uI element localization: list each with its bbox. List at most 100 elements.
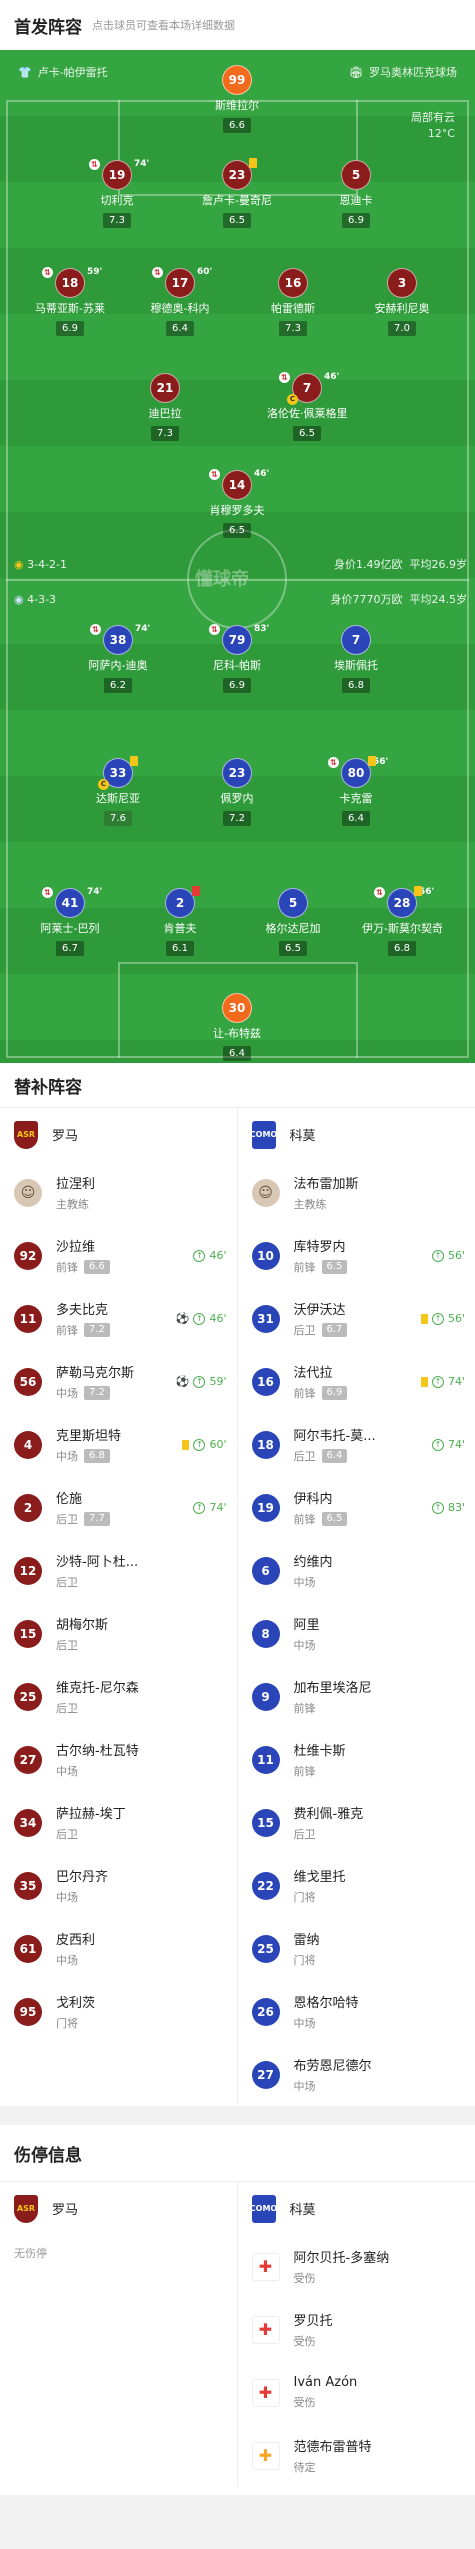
player-marker[interactable]: 5 格尔达尼加 6.5 — [253, 888, 333, 956]
player-marker[interactable]: 79 ⇅ 83' 尼科-帕斯 6.9 — [197, 624, 277, 693]
player-number: 19 — [251, 1493, 280, 1522]
roma-crest-icon: ASR — [14, 1120, 38, 1149]
sub-player-row[interactable]: 56 萨勒马克尔斯 中场 7.2 ⚽ ↑ 59' — [0, 1350, 237, 1413]
player-name: 穆德奥-科内 — [150, 302, 210, 315]
sub-player-row[interactable]: 15 胡梅尔斯 后卫 — [0, 1602, 237, 1665]
player-marker[interactable]: 16 帕雷德斯 7.3 — [253, 268, 333, 336]
player-rating: 6.1 — [166, 941, 194, 956]
player-rating: 6.2 — [104, 678, 132, 693]
injury-row[interactable]: ✚ Iván Azón 受伤 — [238, 2361, 475, 2424]
sub-player-row[interactable]: 9 加布里埃洛尼 前锋 — [238, 1665, 475, 1728]
player-number: 8 — [251, 1619, 280, 1648]
player-name: 肯普夫 — [163, 922, 197, 935]
substitution-icon: ⇅ 46' — [209, 469, 269, 480]
home-team-row[interactable]: ASR 罗马 — [0, 2182, 237, 2235]
sub-player-row[interactable]: 27 布劳恩尼德尔 中场 — [238, 2043, 475, 2106]
player-marker[interactable]: 99 斯维拉尔 6.6 — [197, 65, 277, 133]
player-number: 15 — [251, 1808, 280, 1837]
away-team-row[interactable]: COMO 科莫 — [238, 2182, 475, 2235]
sub-player-row[interactable]: 35 巴尔丹齐 中场 — [0, 1854, 237, 1917]
player-number: 95 — [14, 1997, 42, 2026]
player-marker[interactable]: 80 ⇅ 56' 卡克雷 6.4 — [316, 756, 396, 826]
away-team-row[interactable]: COMO 科莫 — [238, 1108, 475, 1161]
player-marker[interactable]: 33 C 达斯尼亚 7.6 — [78, 756, 158, 826]
player-marker[interactable]: 28 ⇅ 56' 伊万-斯莫尔契奇 6.8 — [362, 886, 442, 956]
player-marker[interactable]: 3 安赫利尼奥 7.0 — [362, 268, 442, 336]
player-name: 格尔达尼加 — [265, 922, 321, 935]
sub-player-row[interactable]: 10 库特罗内 前锋 6.5 ↑ 56' — [238, 1224, 475, 1287]
injury-status: 受伤 — [293, 2335, 316, 2348]
away-coach-row[interactable]: ☺ 法布雷加斯 主教练 — [238, 1161, 475, 1224]
sub-player-row[interactable]: 6 约维内 中场 — [238, 1539, 475, 1602]
player-marker[interactable]: 30 让-布特兹 6.4 — [197, 993, 277, 1061]
player-rating: 6.7 — [321, 1323, 348, 1337]
player-rating: 6.7 — [56, 941, 84, 956]
player-marker[interactable]: 18 ⇅ 59' 马蒂亚斯-苏莱 6.9 — [30, 267, 110, 336]
sub-player-row[interactable]: 95 戈利茨 门将 — [0, 1980, 237, 2043]
player-marker[interactable]: 2 肯普夫 6.1 — [140, 886, 220, 956]
home-coach-row[interactable]: ☺ 拉涅利 主教练 — [0, 1161, 237, 1224]
player-name: 伊科内 — [293, 1492, 333, 1507]
sub-player-row[interactable]: 12 沙特-阿卜杜... 后卫 — [0, 1539, 237, 1602]
player-marker[interactable]: 19 ⇅ 74' 切利克 7.3 — [77, 159, 157, 228]
sub-player-row[interactable]: 4 克里斯坦特 中场 6.8 ↑ 60' — [0, 1413, 237, 1476]
injury-row[interactable]: ✚ 阿尔贝托-多塞纳 受伤 — [238, 2235, 475, 2298]
player-marker[interactable]: 5 恩迪卡 6.9 — [316, 160, 396, 228]
sub-player-row[interactable]: 26 恩格尔哈特 中场 — [238, 1980, 475, 2043]
home-team-row[interactable]: ASR 罗马 — [0, 1108, 237, 1161]
stadium-label: 🏟 罗马奥林匹克球场 — [349, 65, 457, 80]
sub-player-row[interactable]: 22 维戈里托 门将 — [238, 1854, 475, 1917]
player-marker[interactable]: 7 埃斯佩托 6.8 — [316, 625, 396, 693]
medical-cross-icon: ✚ — [251, 2378, 280, 2407]
player-rating: 6.5 — [223, 213, 251, 228]
player-rating: 6.8 — [84, 1449, 110, 1463]
sub-player-row[interactable]: 31 沃伊沃达 后卫 6.7 ↑ 56' — [238, 1287, 475, 1350]
goal-icon: ⚽ — [175, 1312, 190, 1325]
player-marker[interactable]: 38 ⇅ 74' 阿萨内-迪奥 6.2 — [78, 624, 158, 693]
sub-player-row[interactable]: 11 多夫比克 前锋 7.2 ⚽ ↑ 46' — [0, 1287, 237, 1350]
sub-player-row[interactable]: 25 雷纳 门将 — [238, 1917, 475, 1980]
player-number: 41 ⇅ 74' — [42, 887, 102, 918]
player-rating: 6.9 — [223, 678, 251, 693]
player-rating: 6.5 — [293, 426, 321, 441]
player-name: 马蒂亚斯-苏莱 — [35, 302, 105, 315]
player-name: 尼科-帕斯 — [213, 659, 261, 672]
player-marker[interactable]: 41 ⇅ 74' 阿莱士-巴列 6.7 — [30, 887, 110, 956]
player-number: 92 — [14, 1241, 42, 1270]
player-name: 雷纳 — [293, 1933, 320, 1948]
injury-row[interactable]: ✚ 罗贝托 受伤 — [238, 2298, 475, 2361]
red-card-icon — [192, 886, 200, 896]
player-name: 克里斯坦特 — [56, 1429, 122, 1444]
player-marker[interactable]: 23 詹卢卡-曼奇尼 6.5 — [197, 158, 277, 228]
sub-player-row[interactable]: 8 阿里 中场 — [238, 1602, 475, 1665]
sub-player-row[interactable]: 34 萨拉赫-埃丁 后卫 — [0, 1791, 237, 1854]
player-number: 19 ⇅ 74' — [89, 159, 149, 190]
medical-cross-icon: ✚ — [251, 2315, 280, 2344]
sub-player-row[interactable]: 15 费利佩-雅克 后卫 — [238, 1791, 475, 1854]
sub-player-row[interactable]: 25 维克托-尼尔森 后卫 — [0, 1665, 237, 1728]
sub-player-row[interactable]: 18 阿尔韦托-莫... 后卫 6.4 ↑ 74' — [238, 1413, 475, 1476]
player-rating: 6.5 — [279, 941, 307, 956]
substitution-icon: ⇅ 56' — [328, 757, 388, 768]
player-rating: 7.6 — [104, 811, 132, 826]
player-marker[interactable]: 21 迪巴拉 7.3 — [125, 373, 205, 441]
sub-in-icon: ↑ — [193, 1375, 206, 1388]
player-number: 3 — [387, 268, 417, 298]
sub-player-row[interactable]: 92 沙拉维 前锋 6.6 ↑ 46' — [0, 1224, 237, 1287]
player-marker[interactable]: 23 佩罗内 7.2 — [197, 758, 277, 826]
sub-player-row[interactable]: 61 皮西利 中场 — [0, 1917, 237, 1980]
player-marker[interactable]: 14 ⇅ 46' 肖穆罗多夫 6.5 — [197, 469, 277, 538]
sub-player-row[interactable]: 27 古尔纳-杜瓦特 中场 — [0, 1728, 237, 1791]
sub-player-row[interactable]: 19 伊科内 前锋 6.5 ↑ 83' — [238, 1476, 475, 1539]
player-rating: 7.0 — [388, 321, 416, 336]
sub-event: ⚽ ↑ 46' — [175, 1312, 227, 1325]
player-name: 费利佩-雅克 — [293, 1807, 364, 1822]
injury-row[interactable]: ✚ 范德布雷普特 待定 — [238, 2424, 475, 2487]
player-marker[interactable]: 17 ⇅ 60' 穆德奥-科内 6.4 — [140, 267, 220, 336]
player-name: Iván Azón — [293, 2375, 358, 2390]
sub-player-row[interactable]: 16 法代拉 前锋 6.9 ↑ 74' — [238, 1350, 475, 1413]
player-marker[interactable]: 7⇅46'C洛伦佐·佩莱格里尼6.5 — [267, 372, 347, 441]
sub-player-row[interactable]: 11 杜维卡斯 前锋 — [238, 1728, 475, 1791]
injury-status: 待定 — [293, 2461, 316, 2474]
sub-player-row[interactable]: 2 伦施 后卫 7.7 ↑ 74' — [0, 1476, 237, 1539]
